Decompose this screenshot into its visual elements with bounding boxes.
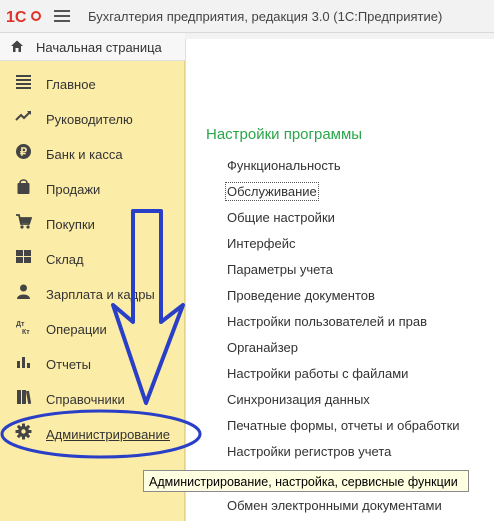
tooltip: Администрирование, настройка, сервисные …: [143, 470, 469, 492]
annotation-arrow: [111, 209, 185, 405]
annotation-ellipse: [0, 409, 202, 459]
annotation-overlay: [0, 209, 202, 459]
